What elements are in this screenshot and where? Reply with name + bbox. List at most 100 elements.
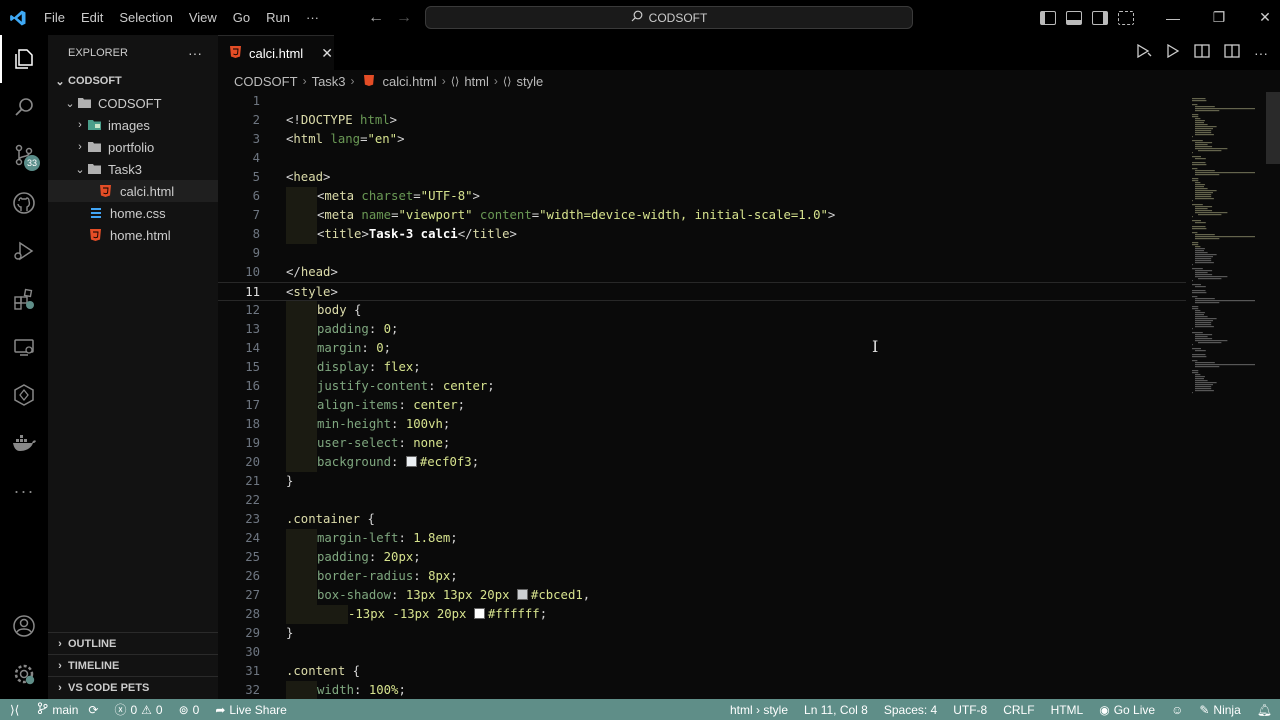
open-preview-icon[interactable]	[1194, 44, 1210, 61]
code-line[interactable]: 6 <meta charset="UTF-8">	[218, 187, 1186, 206]
run-icon[interactable]	[1166, 43, 1180, 61]
remote-explorer-icon[interactable]	[0, 323, 48, 371]
accounts-icon[interactable]	[0, 602, 48, 650]
run-debug-icon[interactable]	[0, 227, 48, 275]
sync-icon[interactable]: ⟳	[88, 703, 98, 717]
code-line[interactable]: 3 <html lang="en">	[218, 130, 1186, 149]
code-line[interactable]: 5 <head>	[218, 168, 1186, 187]
tree-item-portfolio-folder[interactable]: › portfolio	[48, 136, 218, 158]
more-actions-icon[interactable]: ···	[1254, 45, 1268, 61]
explorer-icon[interactable]	[0, 35, 48, 83]
code-line[interactable]: 10 </head>	[218, 263, 1186, 282]
timeline-section[interactable]: › TIMELINE	[48, 654, 218, 676]
testing-icon[interactable]	[0, 371, 48, 419]
tree-item-task3-folder[interactable]: ⌄ Task3	[48, 158, 218, 180]
code-line[interactable]: 19 user-select: none;	[218, 434, 1186, 453]
color-swatch[interactable]	[516, 589, 528, 600]
breadcrumb-item[interactable]: html	[464, 74, 489, 89]
code-line[interactable]: 32 width: 100%;	[218, 681, 1186, 699]
code-line[interactable]: 21}	[218, 472, 1186, 491]
code-line[interactable]: 22	[218, 491, 1186, 510]
code-line[interactable]: 15 display: flex;	[218, 358, 1186, 377]
code-line[interactable]: 7 <meta name="viewport" content="width=de…	[218, 206, 1186, 225]
code-line[interactable]: 8 <title>Task-3 calci</title>	[218, 225, 1186, 244]
code-line[interactable]: 30	[218, 643, 1186, 662]
toggle-panel-icon[interactable]	[1066, 10, 1082, 25]
code-line[interactable]: 28 -13px -13px 20px #ffffff;	[218, 605, 1186, 624]
back-arrow-icon[interactable]: ←	[368, 9, 384, 27]
more-views-icon[interactable]: ···	[0, 467, 48, 515]
code-line[interactable]: 23 .container {	[218, 510, 1186, 529]
ports-indicator[interactable]: ⊚ 0	[171, 699, 208, 720]
code-line[interactable]: 14 margin: 0;	[218, 339, 1186, 358]
menu-selection[interactable]: Selection	[111, 0, 180, 35]
breadcrumb-item[interactable]: Task3	[312, 74, 346, 89]
code-line[interactable]: 27 box-shadow: 13px 13px 20px #cbced1,	[218, 586, 1186, 605]
tree-item-codsoft-folder[interactable]: ⌄ CODSOFT	[48, 92, 218, 114]
code-line[interactable]: 4	[218, 149, 1186, 168]
code-line[interactable]: 11 <style>	[218, 282, 1186, 301]
extensions-icon[interactable]	[0, 275, 48, 323]
code-line[interactable]: 26 border-radius: 8px;	[218, 567, 1186, 586]
restore-icon[interactable]: ❐	[1196, 9, 1242, 26]
toggle-primary-sidebar-icon[interactable]	[1040, 10, 1056, 25]
indentation[interactable]: Spaces: 4	[876, 699, 945, 720]
branch-indicator[interactable]: main ⟳	[29, 699, 106, 720]
notifications-bell-icon[interactable]: 🔔︎	[1249, 699, 1280, 720]
source-control-icon[interactable]: 33	[0, 131, 48, 179]
tree-item-calci-html[interactable]: calci.html	[48, 180, 218, 202]
customize-layout-icon[interactable]	[1118, 10, 1134, 25]
tab-calci-html[interactable]: calci.html ✕	[218, 35, 334, 70]
color-swatch[interactable]	[473, 608, 485, 619]
code-line[interactable]: 9	[218, 244, 1186, 263]
menu-run[interactable]: Run	[258, 0, 298, 35]
tree-item-home-html[interactable]: home.html	[48, 224, 218, 246]
minimap[interactable]	[1184, 92, 1280, 699]
tree-item-images-folder[interactable]: › images	[48, 114, 218, 136]
forward-arrow-icon[interactable]: →	[396, 9, 412, 27]
tree-item-home-css[interactable]: home.css	[48, 202, 218, 224]
explorer-more-icon[interactable]: ···	[188, 45, 202, 61]
split-editor-icon[interactable]	[1224, 44, 1240, 61]
manage-gear-icon[interactable]	[0, 650, 48, 698]
remote-indicator-icon[interactable]: ⟩⟨	[0, 699, 29, 720]
menu-view[interactable]: View	[181, 0, 225, 35]
run-with-icon[interactable]	[1136, 43, 1152, 61]
code-line[interactable]: 16 justify-content: center;	[218, 377, 1186, 396]
workspace-root[interactable]: ⌄ CODSOFT	[48, 70, 218, 92]
go-live-button[interactable]: ◉ Go Live	[1091, 699, 1163, 720]
encoding[interactable]: UTF-8	[945, 699, 995, 720]
end-of-line[interactable]: CRLF	[995, 699, 1042, 720]
search-view-icon[interactable]	[0, 83, 48, 131]
menu-edit[interactable]: Edit	[73, 0, 111, 35]
copilot-icon[interactable]: ☺	[1163, 699, 1191, 720]
code-line[interactable]: 24 margin-left: 1.8em;	[218, 529, 1186, 548]
outline-section[interactable]: › OUTLINE	[48, 632, 218, 654]
code-line[interactable]: 20 background: #ecf0f3;	[218, 453, 1186, 472]
code-line[interactable]: 12 body {	[218, 301, 1186, 320]
code-line[interactable]: 17 align-items: center;	[218, 396, 1186, 415]
close-window-icon[interactable]: ✕	[1242, 9, 1280, 26]
live-share-button[interactable]: ➦ Live Share	[207, 699, 294, 720]
code-line[interactable]: 31 .content {	[218, 662, 1186, 681]
breadcrumb-item[interactable]: style	[516, 74, 543, 89]
code-editor[interactable]: 1 2 <!DOCTYPE html> 3 <html lang="en"> 4 5 <hea…	[218, 92, 1218, 699]
code-line[interactable]: 18 min-height: 100vh;	[218, 415, 1186, 434]
color-swatch[interactable]	[405, 456, 417, 467]
scrollbar-thumb[interactable]	[1266, 92, 1280, 164]
menu-more[interactable]: ···	[298, 0, 327, 35]
github-icon[interactable]	[0, 179, 48, 227]
problems-indicator[interactable]: ⓧ 0 ⚠ 0	[106, 699, 170, 720]
status-breadcrumb[interactable]: html › style	[722, 699, 796, 720]
breadcrumb-item[interactable]: calci.html	[383, 74, 437, 89]
docker-icon[interactable]	[0, 419, 48, 467]
language-mode[interactable]: HTML	[1043, 699, 1092, 720]
code-line[interactable]: 13 padding: 0;	[218, 320, 1186, 339]
code-line[interactable]: 25 padding: 20px;	[218, 548, 1186, 567]
command-center[interactable]: CODSOFT	[425, 6, 913, 29]
code-line[interactable]: 2 <!DOCTYPE html>	[218, 111, 1186, 130]
breadcrumb-item[interactable]: CODSOFT	[234, 74, 298, 89]
minimize-icon[interactable]: —	[1150, 10, 1196, 26]
code-line[interactable]: 29}	[218, 624, 1186, 643]
menu-file[interactable]: File	[36, 0, 73, 35]
